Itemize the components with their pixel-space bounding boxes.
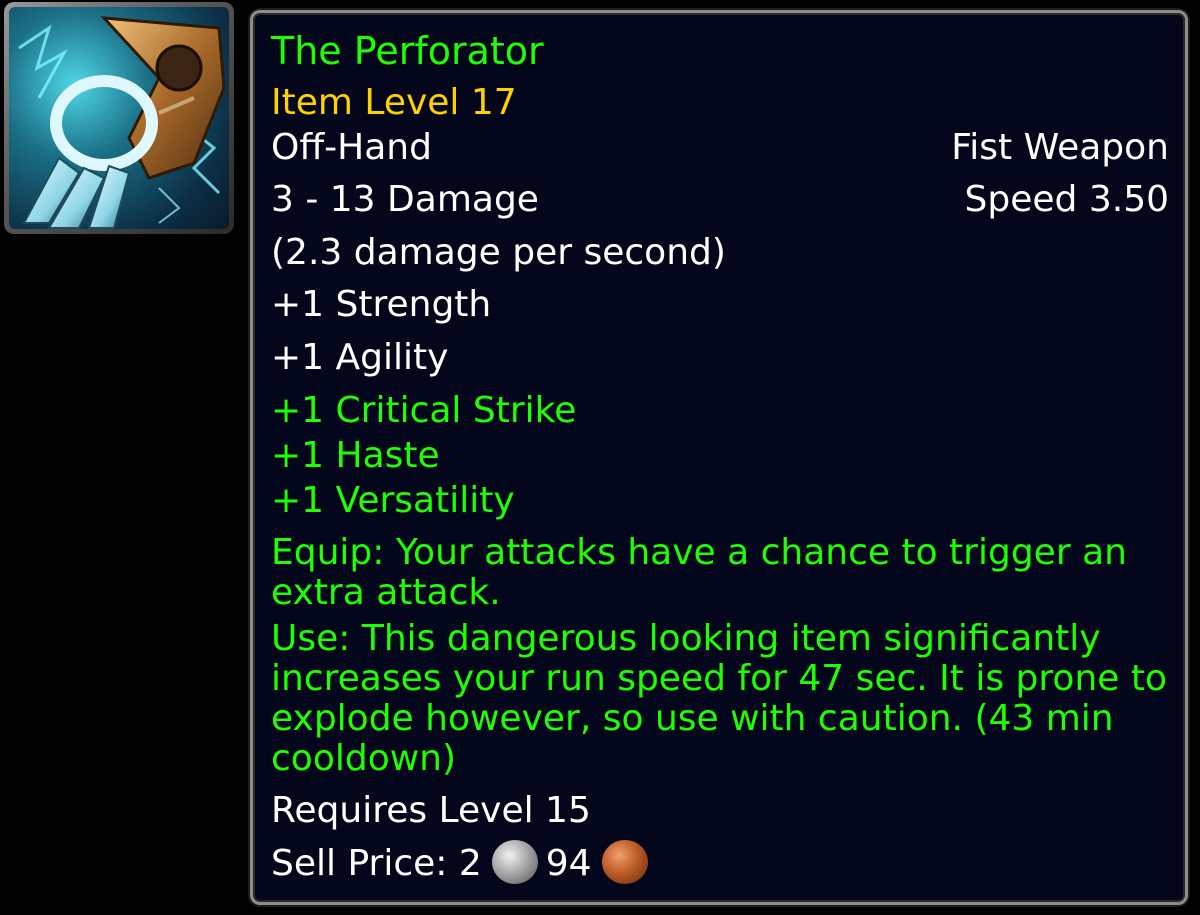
sell-price-label: Sell Price:	[271, 843, 448, 884]
sell-price-silver-amount: 2	[458, 843, 482, 884]
item-type: Fist Weapon	[951, 127, 1169, 168]
stat-critical-strike: +1 Critical Strike	[271, 390, 577, 431]
item-speed: Speed 3.50	[964, 179, 1169, 220]
stat-versatility: +1 Versatility	[271, 480, 515, 521]
item-dps: (2.3 damage per second)	[271, 232, 726, 273]
item-slot: Off-Hand	[271, 127, 432, 168]
stat-haste: +1 Haste	[271, 435, 440, 476]
item-name: The Perforator	[271, 29, 544, 73]
sell-price: Sell Price: 2 94	[271, 840, 656, 887]
item-icon-frame[interactable]	[4, 2, 234, 234]
stat-agility: +1 Agility	[271, 337, 449, 378]
copper-coin-icon	[601, 840, 648, 884]
stat-strength: +1 Strength	[271, 284, 492, 325]
level-requirement: Requires Level 15	[271, 790, 591, 831]
item-level: Item Level 17	[271, 82, 517, 123]
fist-weapon-icon	[9, 7, 229, 229]
sell-price-copper-amount: 94	[545, 843, 592, 884]
item-damage: 3 - 13 Damage	[271, 179, 539, 220]
equip-effect: Equip: Your attacks have a chance to tri…	[271, 532, 1127, 613]
item-tooltip: The Perforator Item Level 17 Off-Hand Fi…	[250, 10, 1188, 905]
use-effect: Use: This dangerous looking item signifi…	[271, 618, 1167, 779]
silver-coin-icon	[491, 840, 538, 884]
